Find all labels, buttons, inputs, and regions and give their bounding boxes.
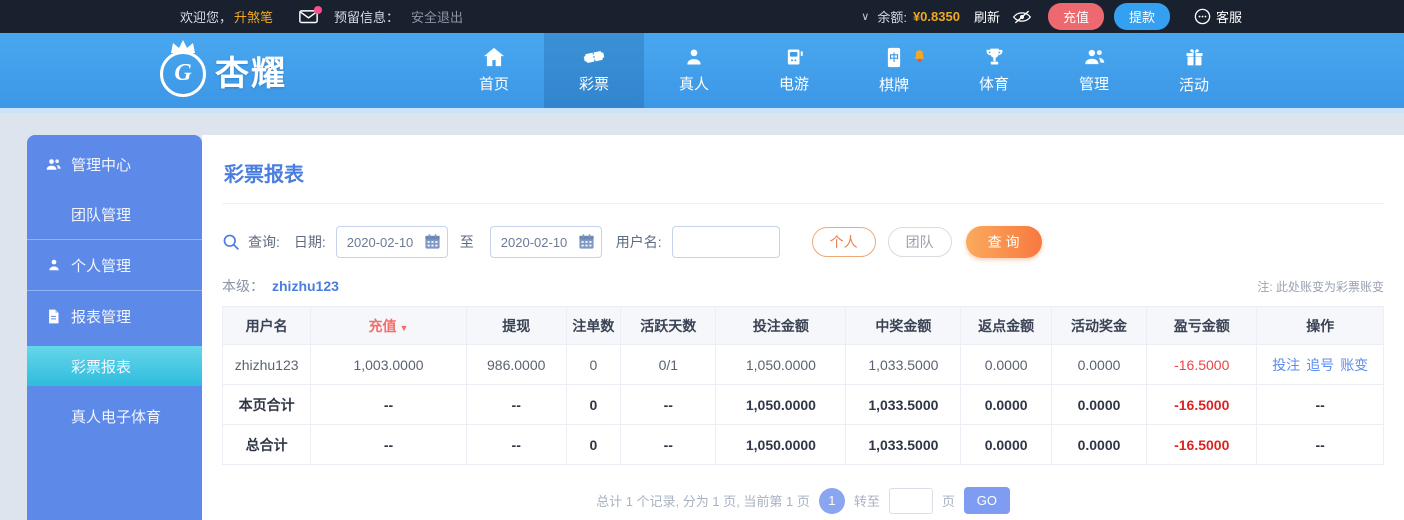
main-content: 彩票报表 查询: 日期: 至 用户名: 个人 团 xyxy=(202,135,1404,520)
person-icon xyxy=(684,47,704,67)
welcome-text: 欢迎您， xyxy=(180,7,232,26)
nav-item-management[interactable]: 管理 xyxy=(1044,33,1144,108)
cell-username: zhizhu123 xyxy=(223,345,311,385)
username-label: 用户名: xyxy=(616,232,662,252)
people-icon xyxy=(45,157,62,172)
col-bet-amount: 投注金额 xyxy=(716,307,846,345)
account-change-note: 注: 此处账变为彩票账变 xyxy=(1257,278,1384,295)
date-from-input[interactable] xyxy=(336,226,448,258)
username-input[interactable] xyxy=(672,226,780,258)
col-username: 用户名 xyxy=(223,307,311,345)
pagination: 总计 1 个记录, 分为 1 页, 当前第 1 页 1 转至 页 GO xyxy=(222,487,1384,514)
nav-item-promotions[interactable]: 活动 xyxy=(1144,33,1244,108)
refresh-link[interactable]: 刷新 xyxy=(974,7,1000,26)
nav-item-live[interactable]: 真人 xyxy=(644,33,744,108)
search-icon xyxy=(222,233,240,251)
crown-icon xyxy=(170,40,196,53)
gift-icon xyxy=(1184,47,1205,68)
date-label: 日期: xyxy=(294,232,326,252)
sidebar-item-admin-center[interactable]: 管理中心 xyxy=(27,139,202,189)
balance-label: 余额: xyxy=(877,7,907,26)
search-form: 查询: 日期: 至 用户名: 个人 团队 查 询 xyxy=(222,226,1384,258)
nav-item-home[interactable]: 首页 xyxy=(444,33,544,108)
col-profit-loss: 盈亏金额 xyxy=(1147,307,1257,345)
level-username-link[interactable]: zhizhu123 xyxy=(272,278,339,294)
chevron-down-icon[interactable]: ∨ xyxy=(861,10,869,23)
withdraw-button[interactable]: 提款 xyxy=(1114,3,1170,30)
report-table: 用户名 充值▼ 提现 注单数 活跃天数 投注金额 中奖金额 返点金额 活动奖金 … xyxy=(222,306,1384,465)
sidebar-item-live-esports[interactable]: 真人电子体育 xyxy=(27,391,202,441)
account-change-link[interactable]: 账变 xyxy=(1340,357,1368,373)
col-win-amount: 中奖金额 xyxy=(846,307,961,345)
table-row-page-total: 本页合计 -- -- 0 -- 1,050.0000 1,033.5000 0.… xyxy=(223,385,1384,425)
page-unit-label: 页 xyxy=(942,491,955,510)
chat-bubble-icon xyxy=(1194,8,1211,25)
query-button[interactable]: 查 询 xyxy=(966,226,1042,258)
sidebar-item-report-management[interactable]: 报表管理 xyxy=(27,291,202,341)
chase-number-link[interactable]: 追号 xyxy=(1306,357,1334,373)
slot-machine-icon xyxy=(784,47,805,67)
col-actions: 操作 xyxy=(1257,307,1384,345)
team-filter-button[interactable]: 团队 xyxy=(888,227,952,257)
table-row-grand-total: 总合计 -- -- 0 -- 1,050.0000 1,033.5000 0.0… xyxy=(223,425,1384,465)
nav-item-boardgames[interactable]: 中 棋牌 xyxy=(844,33,944,108)
balance-value: ¥0.8350 xyxy=(913,9,960,24)
nav-menu: 首页 彩票 真人 电游 中 棋牌 体育 xyxy=(444,33,1244,108)
eye-hide-icon[interactable] xyxy=(1012,9,1032,25)
col-rebate-amount: 返点金额 xyxy=(961,307,1052,345)
date-to-input[interactable] xyxy=(490,226,602,258)
page-1-button[interactable]: 1 xyxy=(819,488,845,514)
mahjong-tile-icon: 中 xyxy=(885,47,903,68)
bet-detail-link[interactable]: 投注 xyxy=(1272,357,1300,373)
brand-name: 杏耀 xyxy=(215,46,287,95)
current-username[interactable]: 升煞笔 xyxy=(234,7,273,26)
sidebar-item-personal-management[interactable]: 个人管理 xyxy=(27,240,202,290)
level-label: 本级： xyxy=(222,276,264,296)
col-active-days: 活跃天数 xyxy=(621,307,716,345)
col-withdraw: 提现 xyxy=(466,307,566,345)
main-navbar: G 杏耀 首页 彩票 真人 电游 中 棋牌 xyxy=(0,33,1404,108)
nav-item-egames[interactable]: 电游 xyxy=(744,33,844,108)
page-title: 彩票报表 xyxy=(222,135,1384,204)
trophy-icon xyxy=(984,47,1005,67)
cell-profit-loss: -16.5000 xyxy=(1147,345,1257,385)
sidebar-item-team-management[interactable]: 团队管理 xyxy=(27,189,202,239)
nav-item-lottery[interactable]: 彩票 xyxy=(544,33,644,108)
cell-actions: 投注追号账变 xyxy=(1257,345,1384,385)
document-icon xyxy=(45,309,62,324)
notification-dot-icon xyxy=(314,6,322,14)
table-row-user: zhizhu123 1,003.0000 986.0000 0 0/1 1,05… xyxy=(223,345,1384,385)
sidebar: 管理中心 团队管理 个人管理 报表管理 彩票报表 真人电子体育 xyxy=(27,135,202,520)
brand-logo[interactable]: G 杏耀 xyxy=(160,45,322,97)
person-icon xyxy=(45,258,62,272)
svg-text:中: 中 xyxy=(889,52,899,64)
table-header-row: 用户名 充值▼ 提现 注单数 活跃天数 投注金额 中奖金额 返点金额 活动奖金 … xyxy=(223,307,1384,345)
pagination-summary: 总计 1 个记录, 分为 1 页, 当前第 1 页 xyxy=(596,491,810,510)
goto-label: 转至 xyxy=(854,491,880,510)
personal-filter-button[interactable]: 个人 xyxy=(812,227,876,257)
recharge-button[interactable]: 充值 xyxy=(1048,3,1104,30)
sort-desc-icon: ▼ xyxy=(400,323,409,333)
alarm-bell-icon xyxy=(912,49,927,64)
logout-link[interactable]: 安全退出 xyxy=(411,7,463,26)
top-status-bar: 欢迎您， 升煞笔 预留信息： 安全退出 ∨ 余额: ¥0.8350 刷新 充值 … xyxy=(0,0,1404,33)
nav-item-sports[interactable]: 体育 xyxy=(944,33,1044,108)
reserved-info-label: 预留信息： xyxy=(334,7,399,26)
customer-service-link[interactable]: 客服 xyxy=(1194,7,1242,26)
sidebar-item-lottery-report[interactable]: 彩票报表 xyxy=(27,346,202,386)
query-label: 查询: xyxy=(248,232,280,252)
people-icon xyxy=(1083,47,1106,67)
date-to-label: 至 xyxy=(460,232,474,252)
home-icon xyxy=(483,47,505,67)
go-button[interactable]: GO xyxy=(964,487,1010,514)
col-bet-count: 注单数 xyxy=(566,307,621,345)
brand-badge-icon: G xyxy=(160,51,206,97)
service-label: 客服 xyxy=(1216,7,1242,26)
col-recharge-sortable[interactable]: 充值▼ xyxy=(311,307,467,345)
ticket-icon xyxy=(580,45,608,70)
mail-icon[interactable] xyxy=(299,9,318,24)
col-activity-bonus: 活动奖金 xyxy=(1051,307,1146,345)
goto-page-input[interactable] xyxy=(889,488,933,514)
